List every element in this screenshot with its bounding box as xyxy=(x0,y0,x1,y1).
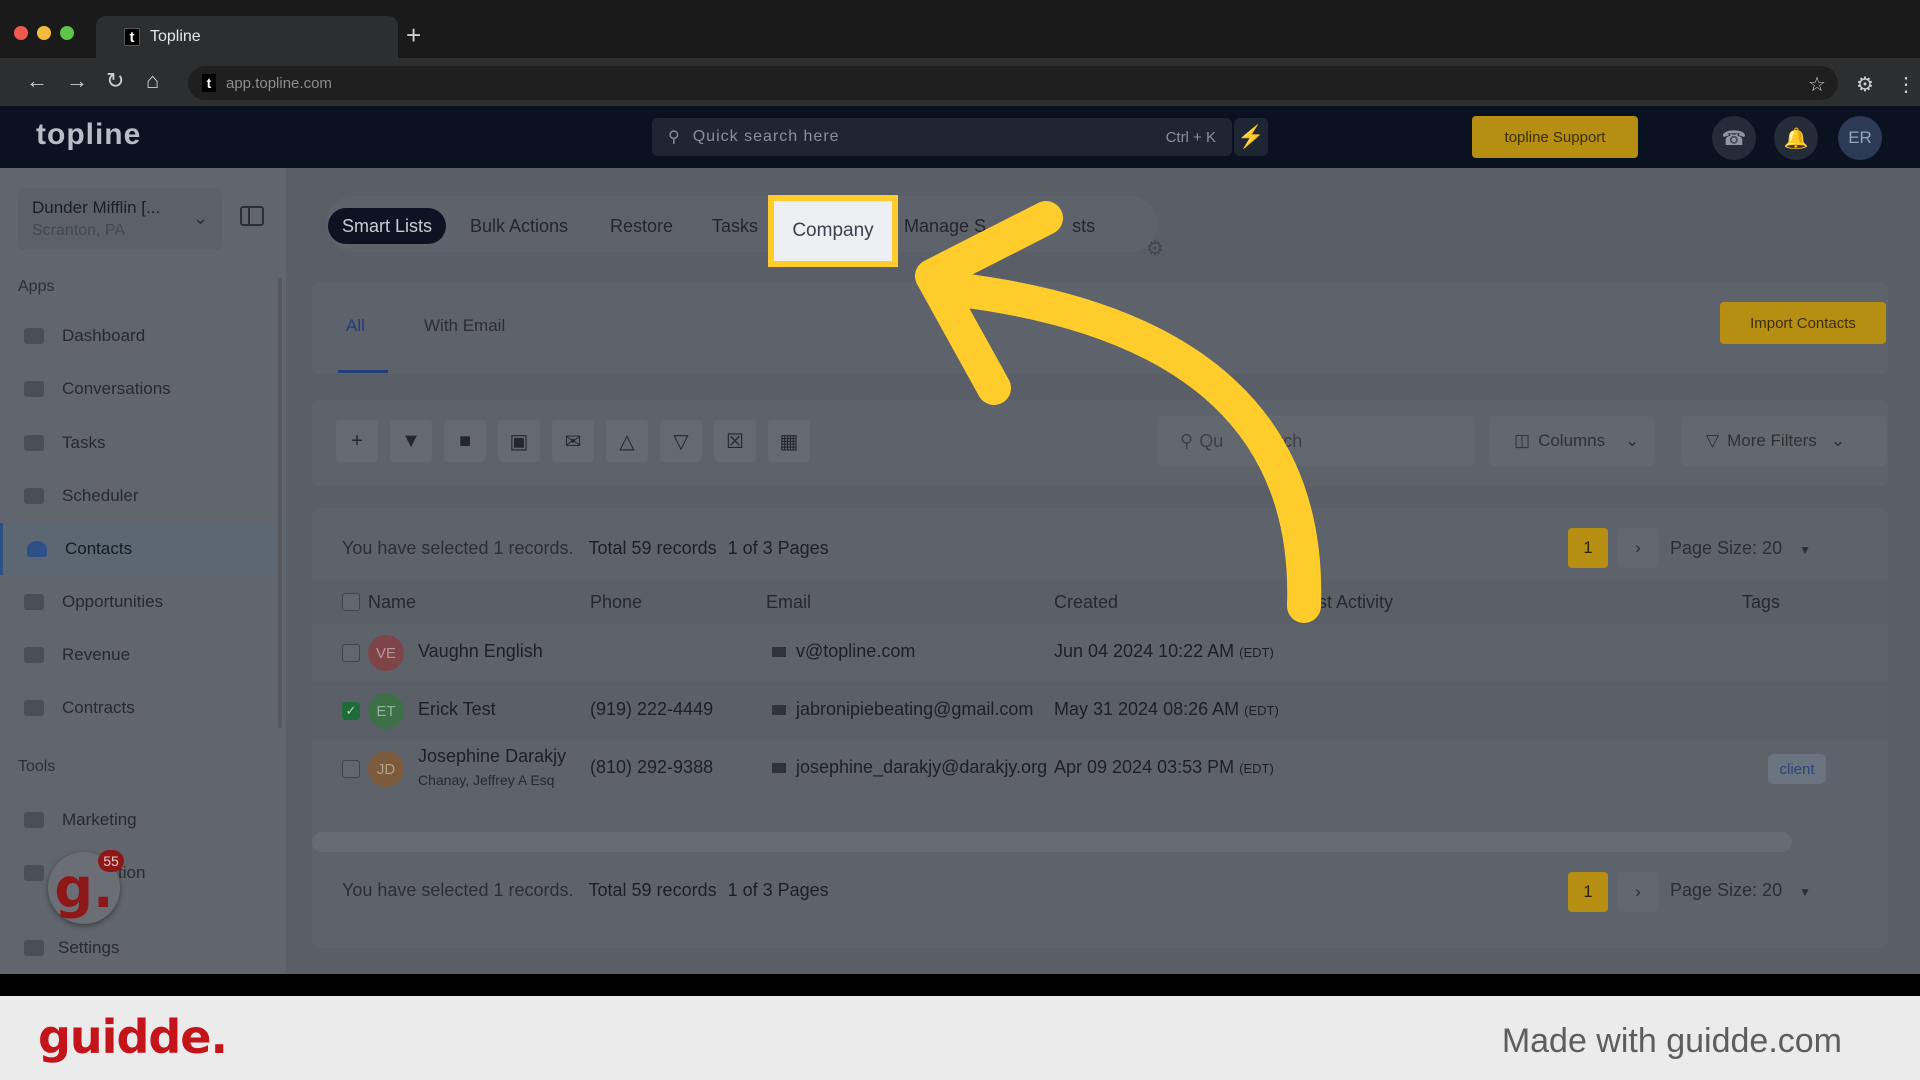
guidde-logo: guidde. xyxy=(38,1010,228,1064)
screen: t Topline + ← → ↻ ⌂ t app.topline.com ☆ … xyxy=(0,0,1920,1080)
footer-divider xyxy=(0,974,1920,996)
guidance-arrow-icon xyxy=(915,201,1322,623)
guidde-footer: guidde. Made with guidde.com xyxy=(0,996,1920,1080)
made-with-guidde-text: Made with guidde.com xyxy=(1501,1022,1842,1060)
